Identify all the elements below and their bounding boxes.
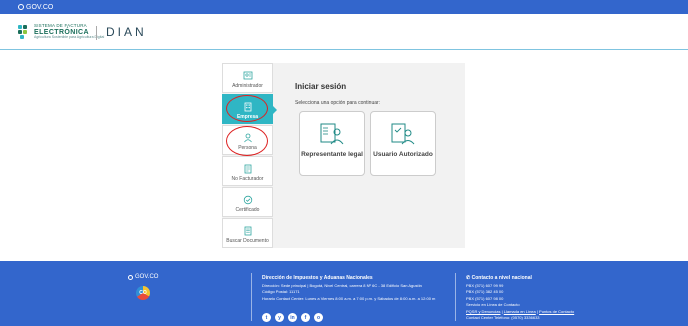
gov-bar: GOV.CO <box>0 0 688 14</box>
sidebar-item-persona[interactable]: Persona <box>222 125 273 155</box>
factura-logo-icon <box>18 24 30 39</box>
admin-icon <box>243 71 252 80</box>
govco-logo-icon <box>128 274 133 280</box>
page-title: Iniciar sesión <box>295 82 347 91</box>
brand-line3: Agricultura Sostenible para Agricultura … <box>34 34 105 39</box>
sidebar-item-label: Buscar Documento <box>226 238 269 244</box>
representante-legal-button[interactable]: Representante legal <box>299 111 365 176</box>
phone-icon: ✆ <box>466 275 471 281</box>
sidebar-item-label: Certificado <box>235 207 260 213</box>
sidebar-item-administrador[interactable]: Administrador <box>222 63 273 93</box>
footer-contact-title: ✆ Contacto a nivel nacional <box>466 275 532 281</box>
login-subtitle: Selecciona una opción para continuar: <box>295 100 381 106</box>
factura-electronica-logo[interactable]: SISTEMA DE FACTURA ELECTRÓNICA Agricultu… <box>18 23 105 39</box>
sidebar: Administrador Empresa Persona No Factura… <box>222 63 277 248</box>
social-links: t y in f o <box>262 313 323 322</box>
usuario-autorizado-button[interactable]: Usuario Autorizado <box>370 111 436 176</box>
sidebar-item-certificado[interactable]: Certificado <box>222 187 273 217</box>
linkedin-icon[interactable]: in <box>288 313 297 322</box>
option-label: Usuario Autorizado <box>373 151 433 158</box>
authorized-user-icon <box>391 123 415 145</box>
logo-divider <box>96 26 97 40</box>
sidebar-item-empresa[interactable]: Empresa <box>222 94 277 124</box>
footer-entity-info: Dirección: Sede principal | Bogotá, Nive… <box>262 283 436 301</box>
search-document-icon <box>244 226 251 236</box>
footer-govco-logo[interactable]: GOV.CO <box>128 274 158 280</box>
building-icon <box>244 102 251 112</box>
person-icon <box>243 133 252 143</box>
legal-representative-icon <box>320 123 344 145</box>
govco-label[interactable]: GOV.CO <box>26 4 53 11</box>
footer-divider <box>251 273 252 321</box>
option-label: Representante legal <box>301 151 363 158</box>
sidebar-item-label: Empresa <box>236 114 259 120</box>
dian-logo[interactable]: DIAN <box>106 25 147 39</box>
youtube-icon[interactable]: y <box>275 313 284 322</box>
sidebar-item-label: No Facturador <box>231 176 264 182</box>
document-icon <box>244 164 251 174</box>
co-brand-icon: CO <box>136 286 150 300</box>
sidebar-item-label: Persona <box>238 145 257 151</box>
footer: GOV.CO CO Dirección de Impuestos y Aduan… <box>0 261 688 326</box>
pqsr-link[interactable]: PQSR y Denuncias <box>466 309 500 314</box>
sidebar-item-no-facturador[interactable]: No Facturador <box>222 156 273 186</box>
govco-logo-icon <box>18 4 24 10</box>
sidebar-item-buscar-documento[interactable]: Buscar Documento <box>222 218 273 248</box>
sidebar-item-label: Administrador <box>232 83 263 89</box>
certificate-icon <box>243 195 252 205</box>
footer-contact-info: PBX (571) 607 99 99 PBX (571) 382 45 00 … <box>466 283 575 320</box>
header: SISTEMA DE FACTURA ELECTRÓNICA Agricultu… <box>0 14 688 50</box>
facebook-icon[interactable]: f <box>301 313 310 322</box>
contact-points-link[interactable]: Puntos de Contacto <box>539 309 574 314</box>
footer-divider <box>455 273 456 321</box>
instagram-icon[interactable]: o <box>314 313 323 322</box>
twitter-icon[interactable]: t <box>262 313 271 322</box>
footer-entity-title: Dirección de Impuestos y Aduanas Naciona… <box>262 275 373 281</box>
callback-link[interactable]: Llamada en Línea <box>504 309 536 314</box>
